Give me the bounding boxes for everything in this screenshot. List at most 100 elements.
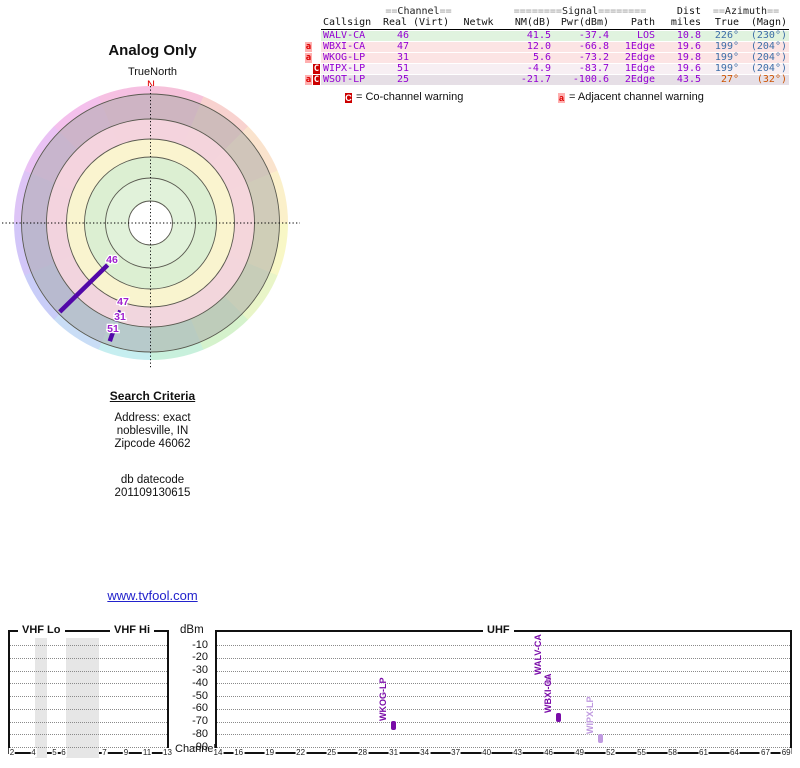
station-table: ==Channel== ========Signal======== Dist … (304, 7, 789, 85)
table-row[interactable]: a WKOG-LP 31 5.6 -73.2 2Edge 19.8 199° (… (304, 53, 789, 63)
cochannel-warning-badge: C (313, 75, 320, 85)
x-tick-label: 7 (101, 748, 108, 757)
table-column-header: Callsign Real (Virt) Netwk NM(dB) Pwr(dB… (304, 18, 789, 30)
col-magn: (Magn) (741, 18, 789, 30)
vhf-hi-label: VHF Hi (110, 624, 155, 636)
x-tick-label: 64 (729, 748, 740, 757)
cell-azimuth-magn: (204°) (741, 53, 789, 63)
y-tick-label: -70 (192, 715, 208, 727)
x-tick-label: 49 (574, 748, 585, 757)
x-tick-label: 52 (605, 748, 616, 757)
y-tick-label: -30 (192, 664, 208, 676)
criteria-address: Address: exact (114, 412, 191, 424)
table-row[interactable]: WALV-CA 46 41.5 -37.4 LOS 10.8 226° (230… (304, 31, 789, 41)
x-tick-label: 19 (264, 748, 276, 757)
y-tick-label: -60 (192, 702, 208, 715)
cell-nm: 41.5 (501, 31, 553, 41)
gridline (10, 670, 167, 672)
col-netwk: Netwk (456, 18, 501, 30)
y-tick-label: -90 (192, 740, 208, 753)
vhf-panel (8, 630, 169, 758)
cell-path: LOS (611, 31, 659, 41)
cell-real: 46 (381, 31, 411, 41)
cell-path: 2Edge (611, 53, 659, 63)
cell-callsign: WIPX-LP (321, 64, 381, 74)
signal-bar-label: WALV-CA (533, 634, 544, 676)
cell-real: 25 (381, 75, 411, 85)
x-tick-label: 34 (419, 748, 431, 757)
x-tick-label: 58 (667, 748, 678, 757)
x-tick-label: 25 (326, 748, 338, 757)
cell-azimuth-magn: (204°) (741, 64, 789, 74)
x-tick-label: 31 (388, 748, 400, 757)
x-tick-label: 16 (233, 748, 245, 757)
y-tick-label: -40 (192, 676, 208, 689)
col-real: Real (381, 18, 411, 30)
gridline (10, 721, 167, 723)
gridline (217, 708, 790, 710)
cell-azimuth-magn: (230°) (741, 31, 789, 41)
criteria-datecode-value: 201109130615 (114, 487, 191, 499)
gridline (10, 696, 167, 697)
x-tick-label: 37 (450, 748, 462, 757)
x-tick-label: 28 (357, 748, 369, 757)
adjacent-legend: a = Adjacent channel warning (558, 91, 704, 103)
uhf-panel (215, 630, 792, 754)
channel-group-header: ==Channel== (385, 6, 452, 17)
tvfool-link[interactable]: www.tvfool.com (107, 588, 197, 603)
cochannel-legend: C = Co-channel warning (345, 91, 464, 103)
cell-miles: 10.8 (659, 31, 703, 41)
criteria-datecode-label: db datecode (120, 474, 185, 486)
signal-bar-label: WBXI-CA (543, 673, 554, 713)
non-tv-band (34, 638, 47, 758)
cell-path: 2Edge (611, 75, 659, 85)
cell-azimuth-magn: (32°) (741, 75, 789, 85)
signal-bar-label: WKOG-LP (378, 677, 389, 722)
adjacent-warning-badge: a (305, 53, 312, 63)
gridline (10, 683, 167, 685)
true-north-label: TrueNorth (127, 66, 178, 78)
tvfool-report: Analog Only TrueNorth N 46 47 31 51 Search … (0, 0, 800, 768)
azimuth-group-header: ==Azimuth== (712, 6, 780, 17)
criteria-zip: Zipcode 46062 (114, 438, 191, 450)
table-row[interactable]: aC WSOT-LP 25 -21.7 -100.6 2Edge 43.5 27… (304, 75, 789, 85)
cell-azimuth-true: 199° (703, 64, 741, 74)
cell-pwr: -83.7 (553, 64, 611, 74)
cell-callsign: WSOT-LP (321, 75, 381, 85)
cochannel-badge-sample: C (345, 93, 352, 103)
x-tick-label: 2 (8, 748, 16, 757)
gridline (10, 645, 167, 646)
radar-channel-label: 31 (114, 311, 126, 323)
gridline (217, 670, 790, 672)
y-axis-unit: dBm (180, 624, 204, 636)
cell-callsign: WBXI-CA (321, 42, 381, 52)
cell-miles: 43.5 (659, 75, 703, 85)
cell-nm: -21.7 (501, 75, 553, 85)
cell-miles: 19.6 (659, 42, 703, 52)
gridline (217, 683, 790, 685)
cell-callsign: WKOG-LP (321, 53, 381, 63)
table-row[interactable]: a WBXI-CA 47 12.0 -66.8 1Edge 19.6 199° … (304, 42, 789, 52)
x-tick-label: 13 (162, 748, 173, 757)
signal-bar-wipx-lp (597, 734, 603, 744)
table-group-header: ==Channel== ========Signal======== Dist … (304, 7, 789, 17)
x-tick-label: 67 (760, 748, 771, 757)
table-row[interactable]: C WIPX-LP 51 -4.9 -83.7 1Edge 19.6 199° … (304, 64, 789, 74)
y-tick-label: -10 (192, 638, 208, 651)
x-tick-label: 22 (295, 748, 307, 757)
radar-title: Analog Only (108, 42, 197, 59)
cell-path: 1Edge (611, 64, 659, 74)
cell-nm: 12.0 (501, 42, 553, 52)
search-criteria-heading: Search Criteria (109, 389, 196, 403)
cell-real: 47 (381, 42, 411, 52)
cell-pwr: -66.8 (553, 42, 611, 52)
adjacent-badge-sample: a (558, 93, 565, 103)
cell-nm: -4.9 (501, 64, 553, 74)
x-tick-label: 40 (481, 748, 493, 757)
signal-group-header: ========Signal======== (513, 6, 647, 17)
x-tick-label: 4 (30, 748, 37, 757)
search-criteria: Search Criteria Address: exact noblesvil… (60, 390, 245, 500)
x-tick-label: 46 (543, 748, 554, 757)
signal-bar-wkog-lp (391, 721, 397, 731)
col-true: True (703, 18, 741, 30)
